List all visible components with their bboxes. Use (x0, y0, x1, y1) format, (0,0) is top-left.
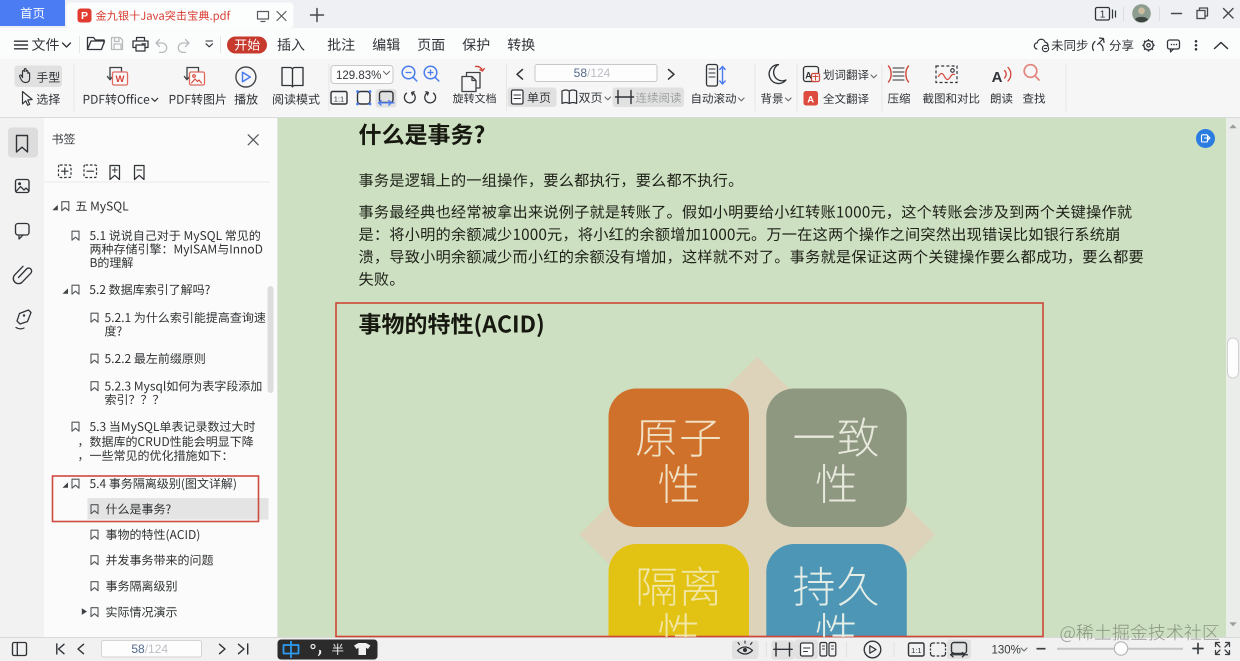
svg-text:1: 1 (1100, 10, 1106, 21)
svg-text:/124: /124 (145, 642, 169, 656)
svg-text:1:1: 1:1 (334, 94, 344, 103)
svg-text:W: W (116, 74, 125, 85)
svg-text:58: 58 (131, 642, 145, 656)
svg-text:A: A (992, 69, 1003, 86)
svg-text:/124: /124 (587, 66, 611, 80)
svg-text:P: P (81, 10, 88, 22)
svg-text:A: A (807, 94, 814, 105)
svg-text:130%: 130% (992, 645, 1021, 657)
svg-text:129.83%: 129.83% (336, 70, 381, 82)
svg-text:1:1: 1:1 (911, 646, 921, 655)
svg-text:58: 58 (574, 66, 588, 80)
svg-text:A: A (805, 71, 812, 81)
